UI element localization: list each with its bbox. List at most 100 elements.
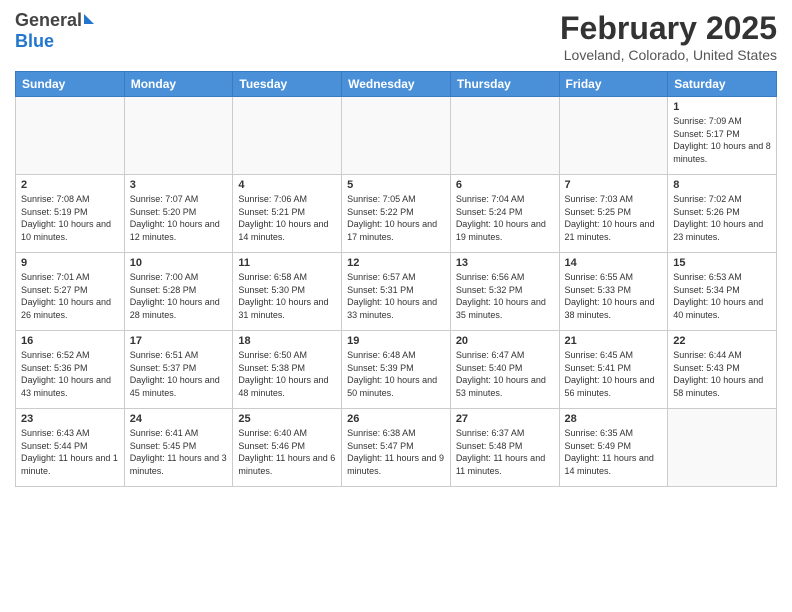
table-row: 6 Sunrise: 7:04 AM Sunset: 5:24 PM Daylig… — [450, 175, 559, 253]
day-number: 27 — [456, 413, 554, 425]
table-row: 28Sunrise: 6:35 AM Sunset: 5:49 PM Dayli… — [559, 409, 668, 487]
table-row: 25Sunrise: 6:40 AM Sunset: 5:46 PM Dayli… — [233, 409, 342, 487]
col-tuesday: Tuesday — [233, 72, 342, 97]
logo: General Blue — [15, 10, 94, 52]
day-info: Sunrise: 6:35 AM Sunset: 5:49 PM Dayligh… — [565, 427, 663, 477]
day-info: Sunrise: 7:09 AM Sunset: 5:17 PM Dayligh… — [673, 115, 771, 165]
day-info: Sunrise: 6:37 AM Sunset: 5:48 PM Dayligh… — [456, 427, 554, 477]
logo-line1: General — [15, 10, 94, 31]
day-number: 26 — [347, 413, 445, 425]
day-info: Sunrise: 6:57 AM Sunset: 5:31 PM Dayligh… — [347, 271, 445, 321]
subtitle: Loveland, Colorado, United States — [560, 47, 777, 63]
table-row: 4 Sunrise: 7:06 AM Sunset: 5:21 PM Daylig… — [233, 175, 342, 253]
header: General Blue February 2025 Loveland, Col… — [15, 10, 777, 63]
col-friday: Friday — [559, 72, 668, 97]
table-row: 21Sunrise: 6:45 AM Sunset: 5:41 PM Dayli… — [559, 331, 668, 409]
day-number: 4 — [238, 179, 336, 191]
day-info: Sunrise: 6:56 AM Sunset: 5:32 PM Dayligh… — [456, 271, 554, 321]
table-row — [124, 97, 233, 175]
day-number: 22 — [673, 335, 771, 347]
table-row: 2 Sunrise: 7:08 AM Sunset: 5:19 PM Daylig… — [16, 175, 125, 253]
day-info: Sunrise: 7:05 AM Sunset: 5:22 PM Dayligh… — [347, 193, 445, 243]
day-info: Sunrise: 6:55 AM Sunset: 5:33 PM Dayligh… — [565, 271, 663, 321]
table-row: 7 Sunrise: 7:03 AM Sunset: 5:25 PM Daylig… — [559, 175, 668, 253]
table-row: 15 Sunrise: 6:53 AM Sunset: 5:34 PM Dayli… — [668, 253, 777, 331]
calendar-week-4: 16 Sunrise: 6:52 AM Sunset: 5:36 PM Dayli… — [16, 331, 777, 409]
day-info: Sunrise: 7:00 AM Sunset: 5:28 PM Dayligh… — [130, 271, 228, 321]
day-number: 2 — [21, 179, 119, 191]
table-row: 12 Sunrise: 6:57 AM Sunset: 5:31 PM Dayli… — [342, 253, 451, 331]
day-number: 14 — [565, 257, 663, 269]
day-number: 23 — [21, 413, 119, 425]
table-row: 16 Sunrise: 6:52 AM Sunset: 5:36 PM Dayli… — [16, 331, 125, 409]
day-info: Sunrise: 6:52 AM Sunset: 5:36 PM Dayligh… — [21, 349, 119, 399]
day-info: Sunrise: 6:44 AM Sunset: 5:43 PM Dayligh… — [673, 349, 771, 399]
day-number: 21 — [565, 335, 663, 347]
day-number: 20 — [456, 335, 554, 347]
day-number: 8 — [673, 179, 771, 191]
day-info: Sunrise: 7:08 AM Sunset: 5:19 PM Dayligh… — [21, 193, 119, 243]
day-number: 24 — [130, 413, 228, 425]
day-info: Sunrise: 7:06 AM Sunset: 5:21 PM Dayligh… — [238, 193, 336, 243]
day-info: Sunrise: 6:51 AM Sunset: 5:37 PM Dayligh… — [130, 349, 228, 399]
table-row — [342, 97, 451, 175]
table-row: 27 Sunrise: 6:37 AM Sunset: 5:48 PM Dayli… — [450, 409, 559, 487]
table-row — [559, 97, 668, 175]
day-info: Sunrise: 7:01 AM Sunset: 5:27 PM Dayligh… — [21, 271, 119, 321]
logo-blue: Blue — [15, 31, 54, 51]
table-row: 3Sunrise: 7:07 AM Sunset: 5:20 PM Daylig… — [124, 175, 233, 253]
day-number: 3 — [130, 179, 228, 191]
calendar-week-5: 23 Sunrise: 6:43 AM Sunset: 5:44 PM Dayli… — [16, 409, 777, 487]
day-info: Sunrise: 6:43 AM Sunset: 5:44 PM Dayligh… — [21, 427, 119, 477]
table-row: 13 Sunrise: 6:56 AM Sunset: 5:32 PM Dayli… — [450, 253, 559, 331]
day-info: Sunrise: 6:53 AM Sunset: 5:34 PM Dayligh… — [673, 271, 771, 321]
table-row — [16, 97, 125, 175]
day-info: Sunrise: 6:50 AM Sunset: 5:38 PM Dayligh… — [238, 349, 336, 399]
day-number: 15 — [673, 257, 771, 269]
col-monday: Monday — [124, 72, 233, 97]
day-number: 13 — [456, 257, 554, 269]
day-info: Sunrise: 6:41 AM Sunset: 5:45 PM Dayligh… — [130, 427, 228, 477]
day-number: 19 — [347, 335, 445, 347]
table-row: 8 Sunrise: 7:02 AM Sunset: 5:26 PM Daylig… — [668, 175, 777, 253]
logo-block: General Blue — [15, 10, 94, 52]
table-row: 24 Sunrise: 6:41 AM Sunset: 5:45 PM Dayli… — [124, 409, 233, 487]
page-container: General Blue February 2025 Loveland, Col… — [0, 0, 792, 492]
table-row: 18Sunrise: 6:50 AM Sunset: 5:38 PM Dayli… — [233, 331, 342, 409]
logo-triangle-icon — [84, 14, 94, 24]
day-number: 11 — [238, 257, 336, 269]
table-row: 5 Sunrise: 7:05 AM Sunset: 5:22 PM Daylig… — [342, 175, 451, 253]
main-title: February 2025 — [560, 10, 777, 47]
calendar: Sunday Monday Tuesday Wednesday Thursday… — [15, 71, 777, 487]
day-number: 5 — [347, 179, 445, 191]
table-row: 10Sunrise: 7:00 AM Sunset: 5:28 PM Dayli… — [124, 253, 233, 331]
day-number: 7 — [565, 179, 663, 191]
day-info: Sunrise: 7:03 AM Sunset: 5:25 PM Dayligh… — [565, 193, 663, 243]
table-row: 11 Sunrise: 6:58 AM Sunset: 5:30 PM Dayli… — [233, 253, 342, 331]
day-info: Sunrise: 6:48 AM Sunset: 5:39 PM Dayligh… — [347, 349, 445, 399]
table-row: 1 Sunrise: 7:09 AM Sunset: 5:17 PM Daylig… — [668, 97, 777, 175]
day-number: 12 — [347, 257, 445, 269]
table-row: 19 Sunrise: 6:48 AM Sunset: 5:39 PM Dayli… — [342, 331, 451, 409]
day-info: Sunrise: 6:47 AM Sunset: 5:40 PM Dayligh… — [456, 349, 554, 399]
table-row: 23 Sunrise: 6:43 AM Sunset: 5:44 PM Dayli… — [16, 409, 125, 487]
day-info: Sunrise: 7:02 AM Sunset: 5:26 PM Dayligh… — [673, 193, 771, 243]
day-number: 16 — [21, 335, 119, 347]
logo-general: General — [15, 10, 82, 30]
calendar-week-3: 9 Sunrise: 7:01 AM Sunset: 5:27 PM Daylig… — [16, 253, 777, 331]
title-block: February 2025 Loveland, Colorado, United… — [560, 10, 777, 63]
day-info: Sunrise: 6:58 AM Sunset: 5:30 PM Dayligh… — [238, 271, 336, 321]
col-saturday: Saturday — [668, 72, 777, 97]
day-info: Sunrise: 7:04 AM Sunset: 5:24 PM Dayligh… — [456, 193, 554, 243]
table-row: 14 Sunrise: 6:55 AM Sunset: 5:33 PM Dayli… — [559, 253, 668, 331]
col-wednesday: Wednesday — [342, 72, 451, 97]
day-number: 1 — [673, 101, 771, 113]
col-sunday: Sunday — [16, 72, 125, 97]
day-number: 6 — [456, 179, 554, 191]
logo-line2: Blue — [15, 31, 94, 52]
table-row: 9 Sunrise: 7:01 AM Sunset: 5:27 PM Daylig… — [16, 253, 125, 331]
table-row: 26 Sunrise: 6:38 AM Sunset: 5:47 PM Dayli… — [342, 409, 451, 487]
day-number: 9 — [21, 257, 119, 269]
table-row — [450, 97, 559, 175]
day-info: Sunrise: 6:38 AM Sunset: 5:47 PM Dayligh… — [347, 427, 445, 477]
